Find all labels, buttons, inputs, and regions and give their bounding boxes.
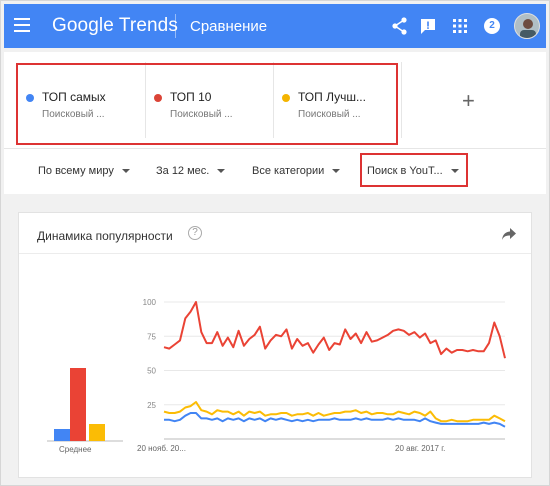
- share-arrow-icon[interactable]: [501, 227, 517, 241]
- chevron-down-icon: [217, 169, 226, 174]
- feedback-icon[interactable]: [418, 16, 438, 36]
- page-title: Сравнение: [190, 18, 268, 35]
- header-divider: [175, 14, 176, 38]
- average-label: Среднее: [59, 445, 92, 454]
- y-tick-label: 100: [143, 298, 157, 307]
- search-type-dropdown[interactable]: Поиск в YouT...: [367, 165, 459, 177]
- average-bar: [89, 424, 105, 441]
- compare-terms-row: ТОП самых Поисковый ... ТОП 10 Поисковый…: [4, 52, 546, 148]
- y-tick-label: 75: [147, 332, 156, 341]
- period-label: За 12 мес.: [156, 165, 210, 177]
- help-icon[interactable]: ?: [188, 226, 202, 240]
- share-icon[interactable]: [390, 16, 410, 36]
- average-bar: [54, 429, 70, 441]
- search-term-3[interactable]: ТОП Лучш... Поисковый ...: [274, 62, 402, 138]
- x-tick-label: 20 нояб. 20...: [137, 444, 186, 453]
- category-dropdown[interactable]: Все категории: [252, 165, 341, 177]
- chevron-down-icon: [450, 169, 459, 174]
- y-tick-label: 25: [147, 401, 156, 410]
- menu-icon[interactable]: [14, 18, 30, 32]
- search-term-1[interactable]: ТОП самых Поисковый ...: [18, 62, 146, 138]
- term-color-dot: [26, 94, 34, 102]
- chevron-down-icon: [332, 169, 341, 174]
- series-line: [163, 301, 506, 359]
- interest-chart: 25 50 75 100: [47, 298, 506, 442]
- search-type-label: Поиск в YouT...: [367, 165, 443, 177]
- notification-badge[interactable]: 2: [484, 18, 500, 34]
- region-dropdown[interactable]: По всему миру: [38, 165, 130, 177]
- top-app-bar: Google Trends Сравнение 2: [4, 4, 546, 48]
- term-name: ТОП 10: [170, 90, 212, 104]
- average-bar: [70, 368, 86, 441]
- google-trends-logo[interactable]: Google Trends: [52, 15, 178, 37]
- apps-grid-icon[interactable]: [450, 16, 470, 36]
- y-tick-label: 50: [147, 367, 156, 376]
- interest-over-time-card: Динамика популярности ? 25 50 75 100 Средне…: [18, 212, 532, 478]
- chevron-down-icon: [121, 169, 130, 174]
- term-type: Поисковый ...: [298, 109, 361, 120]
- term-color-dot: [282, 94, 290, 102]
- term-type: Поисковый ...: [170, 109, 233, 120]
- region-label: По всему миру: [38, 165, 114, 177]
- term-name: ТОП самых: [42, 90, 106, 104]
- card-title: Динамика популярности: [37, 229, 173, 243]
- search-term-2[interactable]: ТОП 10 Поисковый ...: [146, 62, 274, 138]
- term-type: Поисковый ...: [42, 109, 105, 120]
- avatar[interactable]: [514, 13, 540, 39]
- term-color-dot: [154, 94, 162, 102]
- period-dropdown[interactable]: За 12 мес.: [156, 165, 226, 177]
- filters-row: По всему миру За 12 мес. Все категории П…: [4, 148, 546, 194]
- add-comparison-button[interactable]: +: [462, 88, 475, 114]
- term-name: ТОП Лучш...: [298, 90, 366, 104]
- category-label: Все категории: [252, 165, 325, 177]
- x-tick-label: 20 авг. 2017 г.: [395, 444, 446, 453]
